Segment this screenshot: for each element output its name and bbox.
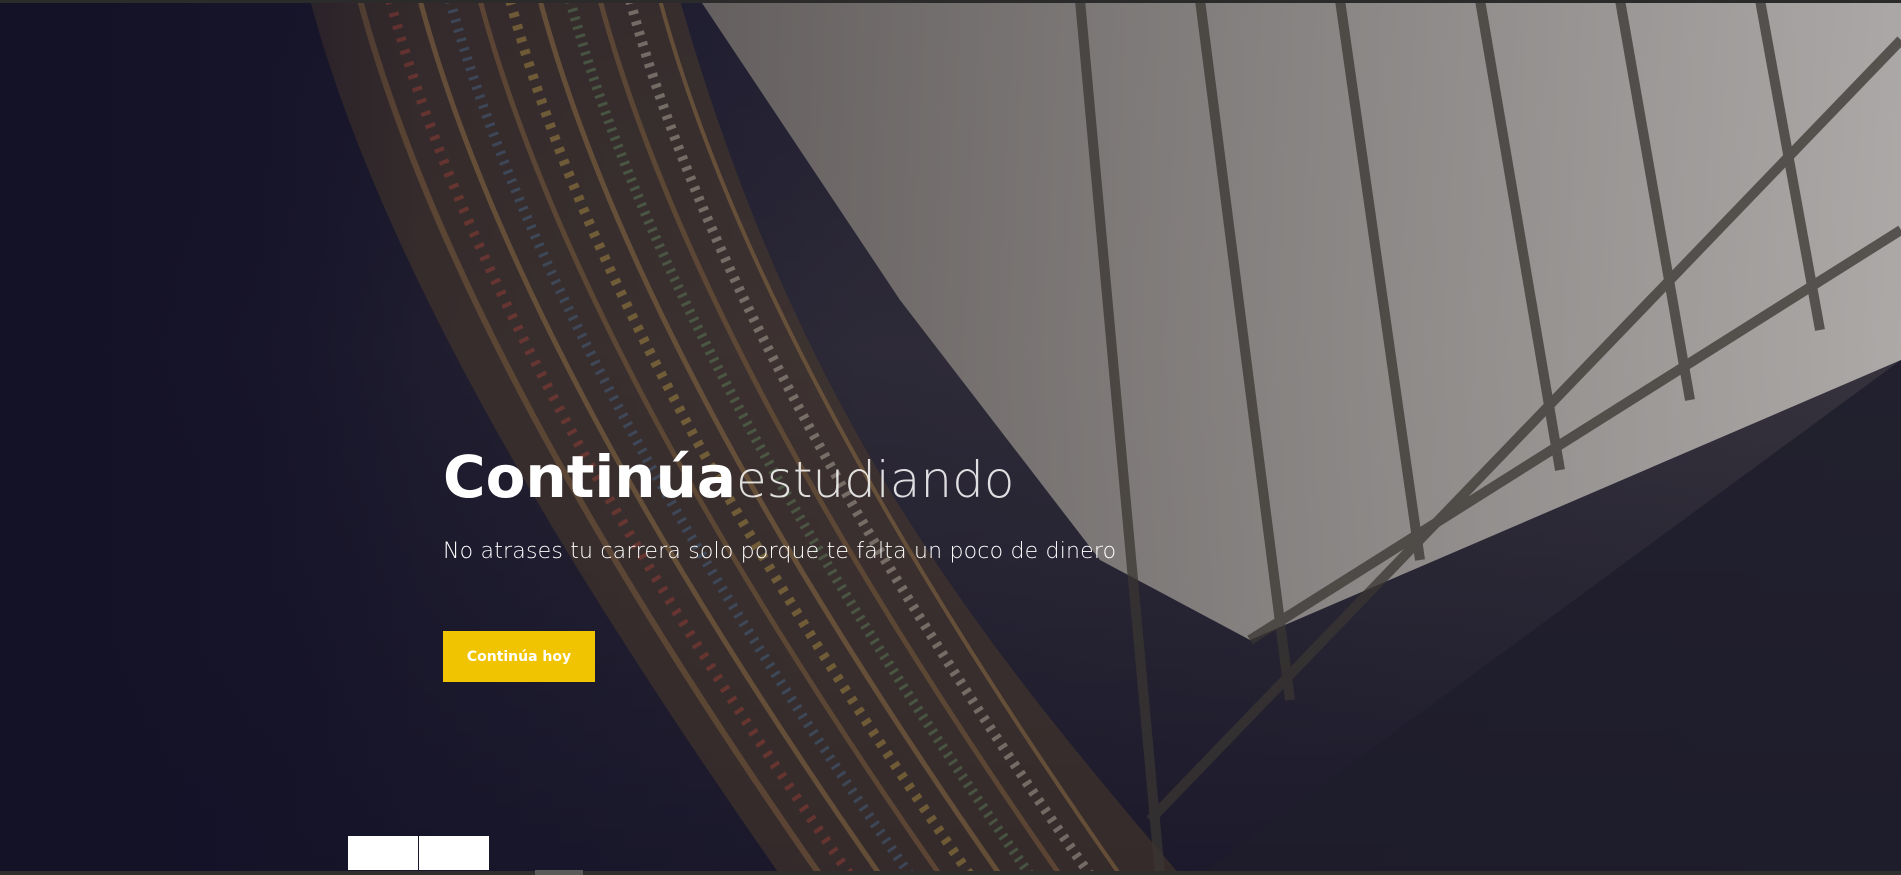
hero-title: Continúaestudiando — [443, 445, 1143, 507]
hero-title-light: estudiando — [736, 451, 1015, 509]
bottom-scroll-indicator — [535, 870, 583, 875]
slider-button-1[interactable] — [348, 836, 418, 870]
hero-content: Continúaestudiando No atrases tu carrera… — [443, 445, 1143, 564]
library-background-image — [0, 0, 1901, 875]
bottom-border — [0, 871, 1901, 875]
continue-today-button[interactable]: Continúa hoy — [443, 631, 595, 682]
slider-button-2[interactable] — [419, 836, 489, 870]
top-border — [0, 0, 1901, 3]
hero-subtitle: No atrases tu carrera solo porque te fal… — [443, 539, 1117, 564]
hero-title-strong: Continúa — [443, 443, 737, 511]
hero-section — [0, 0, 1901, 875]
